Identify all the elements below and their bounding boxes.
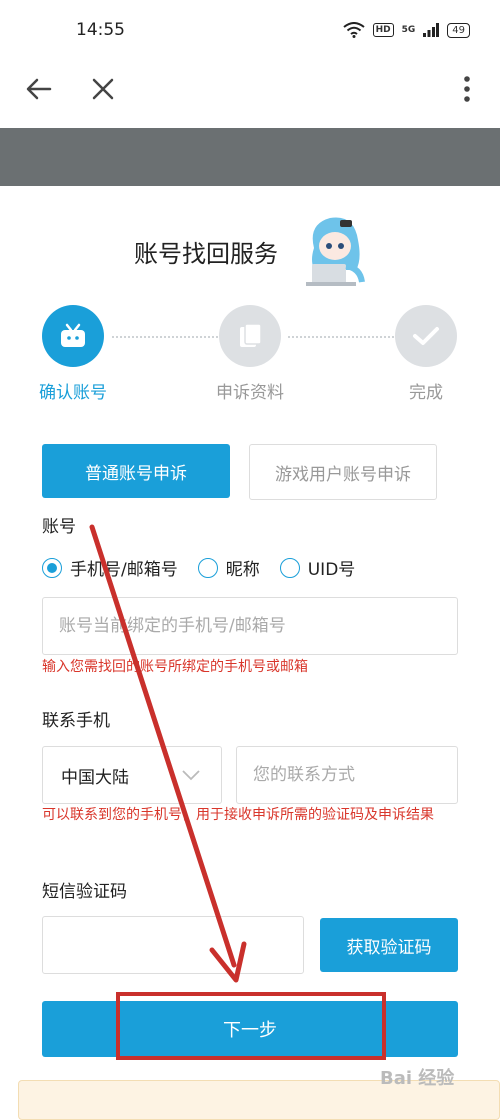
step-2-circle	[219, 305, 281, 367]
battery-indicator: 49	[447, 22, 470, 38]
account-hint: 输入您需找回的账号所绑定的手机号或邮箱	[42, 659, 308, 675]
radio-button[interactable]	[279, 557, 300, 578]
step-1-circle	[42, 305, 104, 367]
radio-label: UID号	[307, 560, 356, 580]
region-value: 中国大陆	[61, 767, 129, 788]
watermark: Bai 经验	[380, 1068, 455, 1089]
step-2-label: 申诉资料	[216, 383, 284, 403]
sms-code-input[interactable]	[42, 916, 304, 974]
radio-button[interactable]	[42, 557, 62, 578]
status-icons: HD 5G 49	[342, 22, 470, 38]
region-select[interactable]: 中国大陆	[42, 746, 222, 804]
step-1-label: 确认账号	[39, 383, 107, 403]
page-title: 账号找回服务	[134, 240, 278, 268]
get-code-button[interactable]: 获取验证码	[320, 918, 458, 972]
contact-input[interactable]	[236, 746, 458, 804]
tab-normal-appeal[interactable]: 普通账号申诉	[42, 444, 230, 498]
chevron-down-icon	[182, 770, 200, 781]
step-connector-2	[288, 336, 394, 338]
radio-option-uid[interactable]: UID号	[279, 555, 356, 580]
signal-icon	[423, 23, 440, 37]
radio-option-phone-email[interactable]: 手机号/邮箱号	[42, 555, 178, 580]
network-type: 5G	[401, 24, 416, 35]
status-time: 14:55	[76, 20, 125, 40]
sms-label: 短信验证码	[42, 882, 127, 902]
wifi-icon	[342, 22, 365, 38]
radio-button[interactable]	[197, 557, 218, 578]
account-type-options: 手机号/邮箱号 昵称 UID号	[42, 555, 375, 580]
tab-game-appeal[interactable]: 游戏用户账号申诉	[249, 444, 437, 500]
contact-hint: 可以联系到您的手机号，用于接收申诉所需的验证码及申诉结果	[42, 807, 434, 823]
document-icon	[240, 323, 262, 347]
radio-label: 昵称	[225, 560, 260, 580]
back-icon[interactable]	[24, 74, 54, 104]
more-menu-icon[interactable]	[458, 74, 476, 104]
radio-option-nickname[interactable]: 昵称	[197, 555, 260, 580]
account-input[interactable]	[42, 597, 458, 655]
tv-icon	[61, 323, 85, 347]
annotation-highlight-box	[116, 992, 386, 1060]
mascot-illustration	[300, 210, 370, 294]
hd-badge: HD	[372, 23, 394, 37]
close-icon[interactable]	[90, 74, 116, 104]
step-connector-1	[112, 336, 218, 338]
account-label: 账号	[42, 517, 76, 537]
step-3-label: 完成	[409, 383, 443, 403]
network-label: 5G	[401, 24, 416, 35]
contact-label: 联系手机	[42, 711, 110, 731]
step-3-circle	[395, 305, 457, 367]
radio-label: 手机号/邮箱号	[70, 560, 178, 580]
header-banner	[0, 128, 500, 186]
check-icon	[413, 327, 439, 345]
